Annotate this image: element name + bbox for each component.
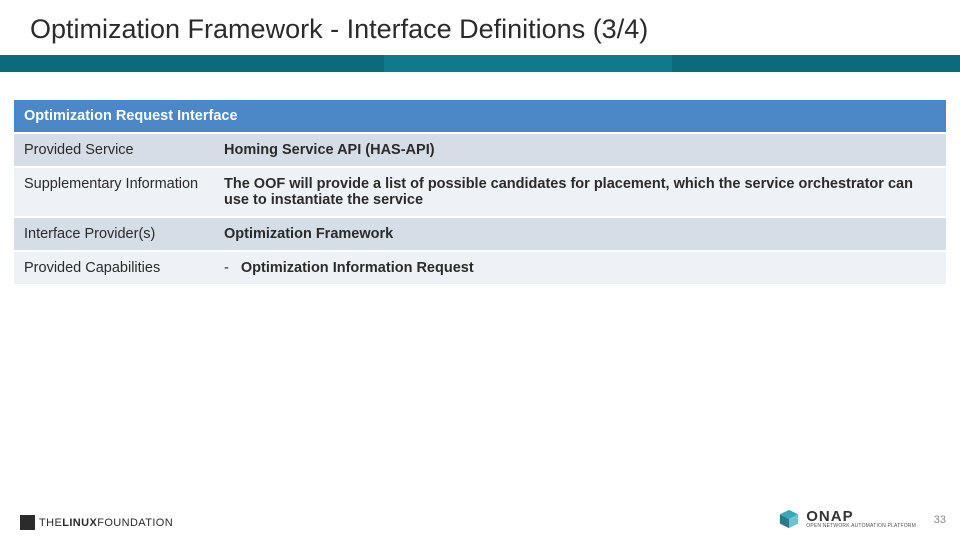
table-header: Optimization Request Interface: [14, 100, 946, 133]
onap-cube-icon: [778, 508, 800, 530]
linux-foundation-logo: THELINUXFOUNDATION: [20, 515, 173, 530]
row-val: Optimization Framework: [214, 217, 946, 251]
onap-text: ONAP OPEN NETWORK AUTOMATION PLATFORM: [806, 509, 916, 529]
row-key: Provided Capabilities: [14, 251, 214, 285]
capabilities-list: Optimization Information Request: [224, 260, 936, 276]
slide: Optimization Framework - Interface Defin…: [0, 0, 960, 540]
lf-text: THELINUXFOUNDATION: [39, 517, 173, 529]
lf-square-icon: [20, 515, 35, 530]
row-val: Homing Service API (HAS-API): [214, 133, 946, 167]
table-row: Supplementary Information The OOF will p…: [14, 167, 946, 217]
row-val: Optimization Information Request: [214, 251, 946, 285]
table-header-row: Optimization Request Interface: [14, 100, 946, 133]
table-row: Interface Provider(s) Optimization Frame…: [14, 217, 946, 251]
row-key: Interface Provider(s): [14, 217, 214, 251]
capability-item: Optimization Information Request: [224, 260, 936, 276]
content-area: Optimization Request Interface Provided …: [14, 100, 946, 286]
row-key: Supplementary Information: [14, 167, 214, 217]
table-row: Provided Capabilities Optimization Infor…: [14, 251, 946, 285]
slide-title: Optimization Framework - Interface Defin…: [30, 14, 648, 45]
interface-table: Optimization Request Interface Provided …: [14, 100, 946, 286]
onap-logo: ONAP OPEN NETWORK AUTOMATION PLATFORM: [778, 508, 916, 530]
row-val: The OOF will provide a list of possible …: [214, 167, 946, 217]
footer: THELINUXFOUNDATION ONAP OPEN NETWORK AUT…: [14, 504, 946, 530]
page-number: 33: [934, 514, 946, 526]
table-row: Provided Service Homing Service API (HAS…: [14, 133, 946, 167]
row-key: Provided Service: [14, 133, 214, 167]
